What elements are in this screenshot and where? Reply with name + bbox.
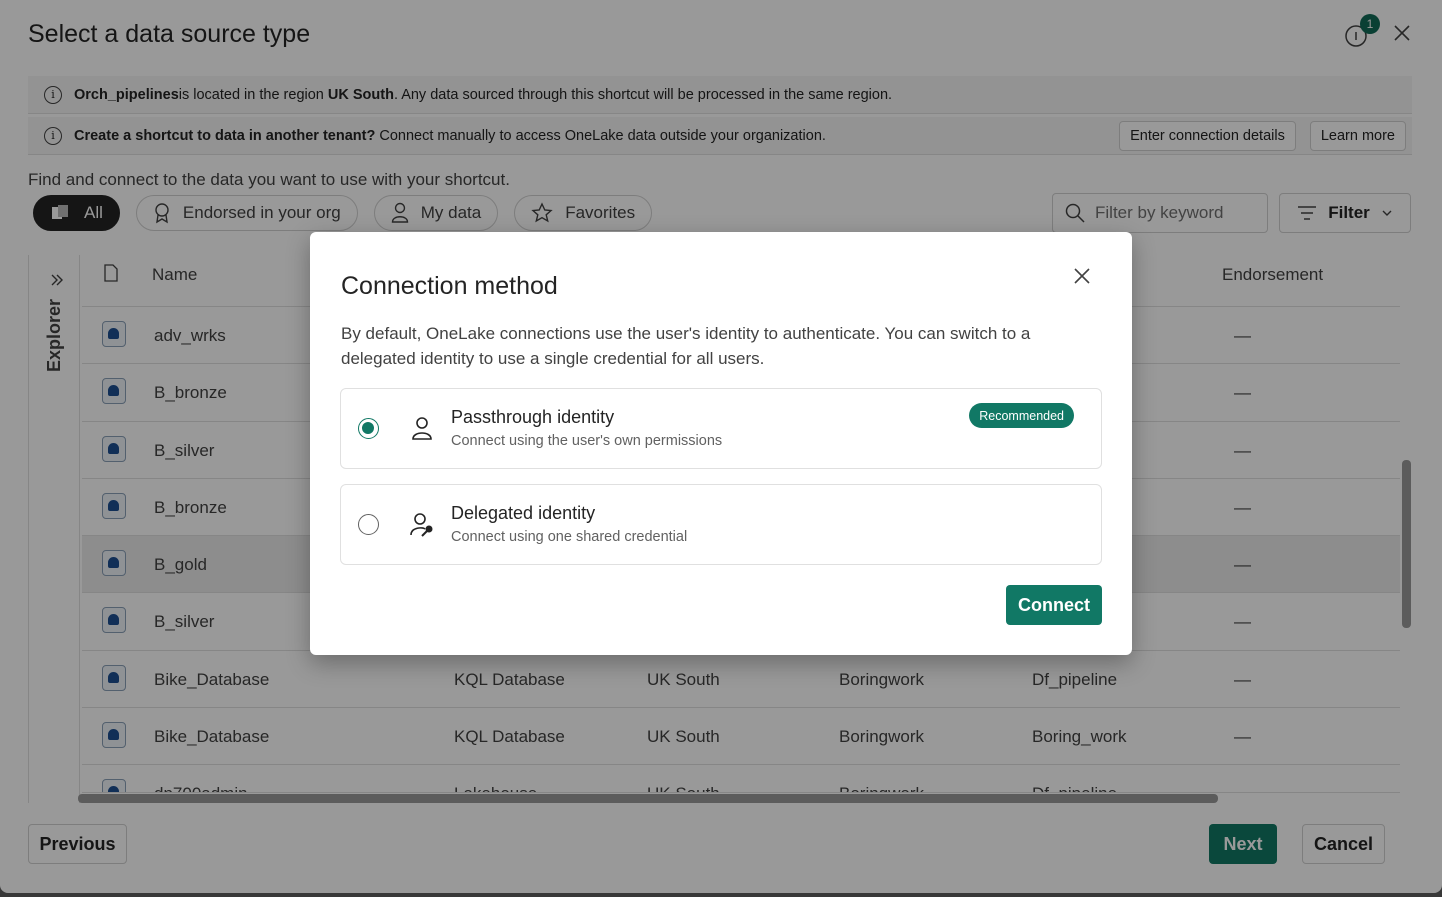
option-subtitle: Connect using the user's own permissions	[451, 433, 723, 449]
recommended-badge: Recommended	[969, 403, 1074, 428]
person-key-icon	[410, 513, 433, 537]
connect-button[interactable]: Connect	[1006, 585, 1102, 625]
radio-delegated[interactable]	[358, 514, 379, 535]
option-title: Delegated identity	[451, 503, 596, 523]
connection-method-modal: Connection method By default, OneLake co…	[310, 232, 1132, 655]
option-delegated-identity[interactable]: Delegated identity Connect using one sha…	[340, 484, 1102, 565]
option-title: Passthrough identity	[451, 407, 615, 427]
option-subtitle: Connect using one shared credential	[451, 529, 688, 545]
radio-passthrough[interactable]	[358, 418, 379, 439]
modal-title: Connection method	[341, 272, 558, 300]
close-icon[interactable]	[1072, 266, 1092, 286]
option-passthrough-identity[interactable]: Passthrough identity Connect using the u…	[340, 388, 1102, 469]
modal-description: By default, OneLake connections use the …	[341, 324, 1031, 368]
person-icon	[412, 417, 432, 440]
